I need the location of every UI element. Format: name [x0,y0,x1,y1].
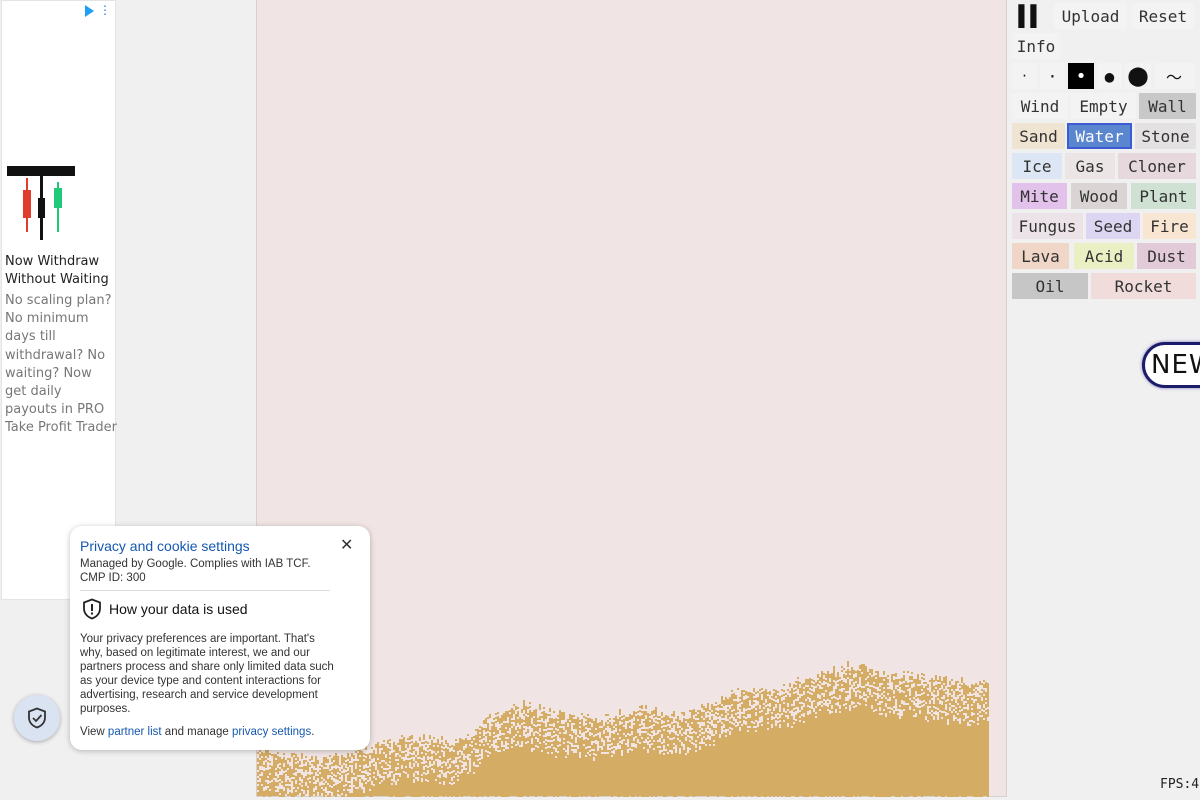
privacy-title: Privacy and cookie settings [80,538,250,554]
element-mite-button[interactable]: Mite [1012,183,1067,209]
element-gas-button[interactable]: Gas [1065,153,1115,179]
view-prefix: View [80,726,108,738]
privacy-dialog: Privacy and cookie settings ✕ Managed by… [70,526,370,750]
element-ice-button[interactable]: Ice [1012,153,1062,179]
element-fire-button[interactable]: Fire [1143,213,1196,239]
element-oil-button[interactable]: Oil [1012,273,1088,299]
privacy-shield-button[interactable] [14,695,60,741]
divider [80,590,330,591]
new-badge[interactable]: NEW [1142,342,1200,388]
element-stone-button[interactable]: Stone [1135,123,1196,149]
brush-size-3-button[interactable]: • [1068,63,1094,89]
close-icon[interactable]: ✕ [340,535,353,555]
privacy-view-line: View partner list and manage privacy set… [80,726,350,738]
brush-size-5-button[interactable]: ⬤ [1125,63,1151,89]
element-plant-button[interactable]: Plant [1131,183,1196,209]
view-suffix: . [311,726,315,738]
element-wood-button[interactable]: Wood [1071,183,1127,209]
element-wall-button[interactable]: Wall [1139,93,1196,119]
ad-headline[interactable]: Now Withdraw Without Waiting [5,253,115,289]
reset-button[interactable]: Reset [1132,3,1194,29]
element-cloner-button[interactable]: Cloner [1118,153,1196,179]
element-wind-button[interactable]: Wind [1012,93,1068,119]
upload-button[interactable]: Upload [1054,3,1127,29]
adchoices-icon[interactable]: ⋮ [85,3,111,17]
element-dust-button[interactable]: Dust [1137,243,1196,269]
fps-counter: FPS:4 [1160,777,1200,792]
partner-list-link[interactable]: partner list [108,726,162,738]
element-sand-button[interactable]: Sand [1012,123,1065,149]
ad-banner[interactable]: ⋮ Now Withdraw Without Waiting No scalin… [1,0,117,600]
element-lava-button[interactable]: Lava [1012,243,1069,269]
element-fungus-button[interactable]: Fungus [1012,213,1083,239]
privacy-how-heading: How your data is used [109,601,248,617]
trading-logo-icon [7,166,75,240]
ad-body[interactable]: No scaling plan? No minimum days till wi… [5,292,117,438]
element-empty-button[interactable]: Empty [1071,93,1136,119]
privacy-settings-link[interactable]: privacy settings [232,726,311,738]
view-middle: and manage [161,726,232,738]
brush-size-4-button[interactable]: ● [1097,63,1122,89]
info-button[interactable]: Info [1012,33,1060,59]
element-seed-button[interactable]: Seed [1086,213,1140,239]
element-rocket-button[interactable]: Rocket [1091,273,1196,299]
element-acid-button[interactable]: Acid [1074,243,1134,269]
privacy-managed-text: Managed by Google. Complies with IAB TCF… [80,558,311,584]
privacy-paragraph: Your privacy preferences are important. … [80,633,334,715]
shield-check-icon [28,707,46,729]
freehand-brush-button[interactable]: 〜 [1154,63,1194,89]
brush-size-2-button[interactable]: · [1040,63,1065,89]
shield-alert-icon [83,598,101,620]
element-water-button[interactable]: Water [1067,123,1132,149]
pause-button[interactable]: ▌▌ [1012,3,1049,29]
brush-size-1-button[interactable]: · [1012,63,1037,89]
